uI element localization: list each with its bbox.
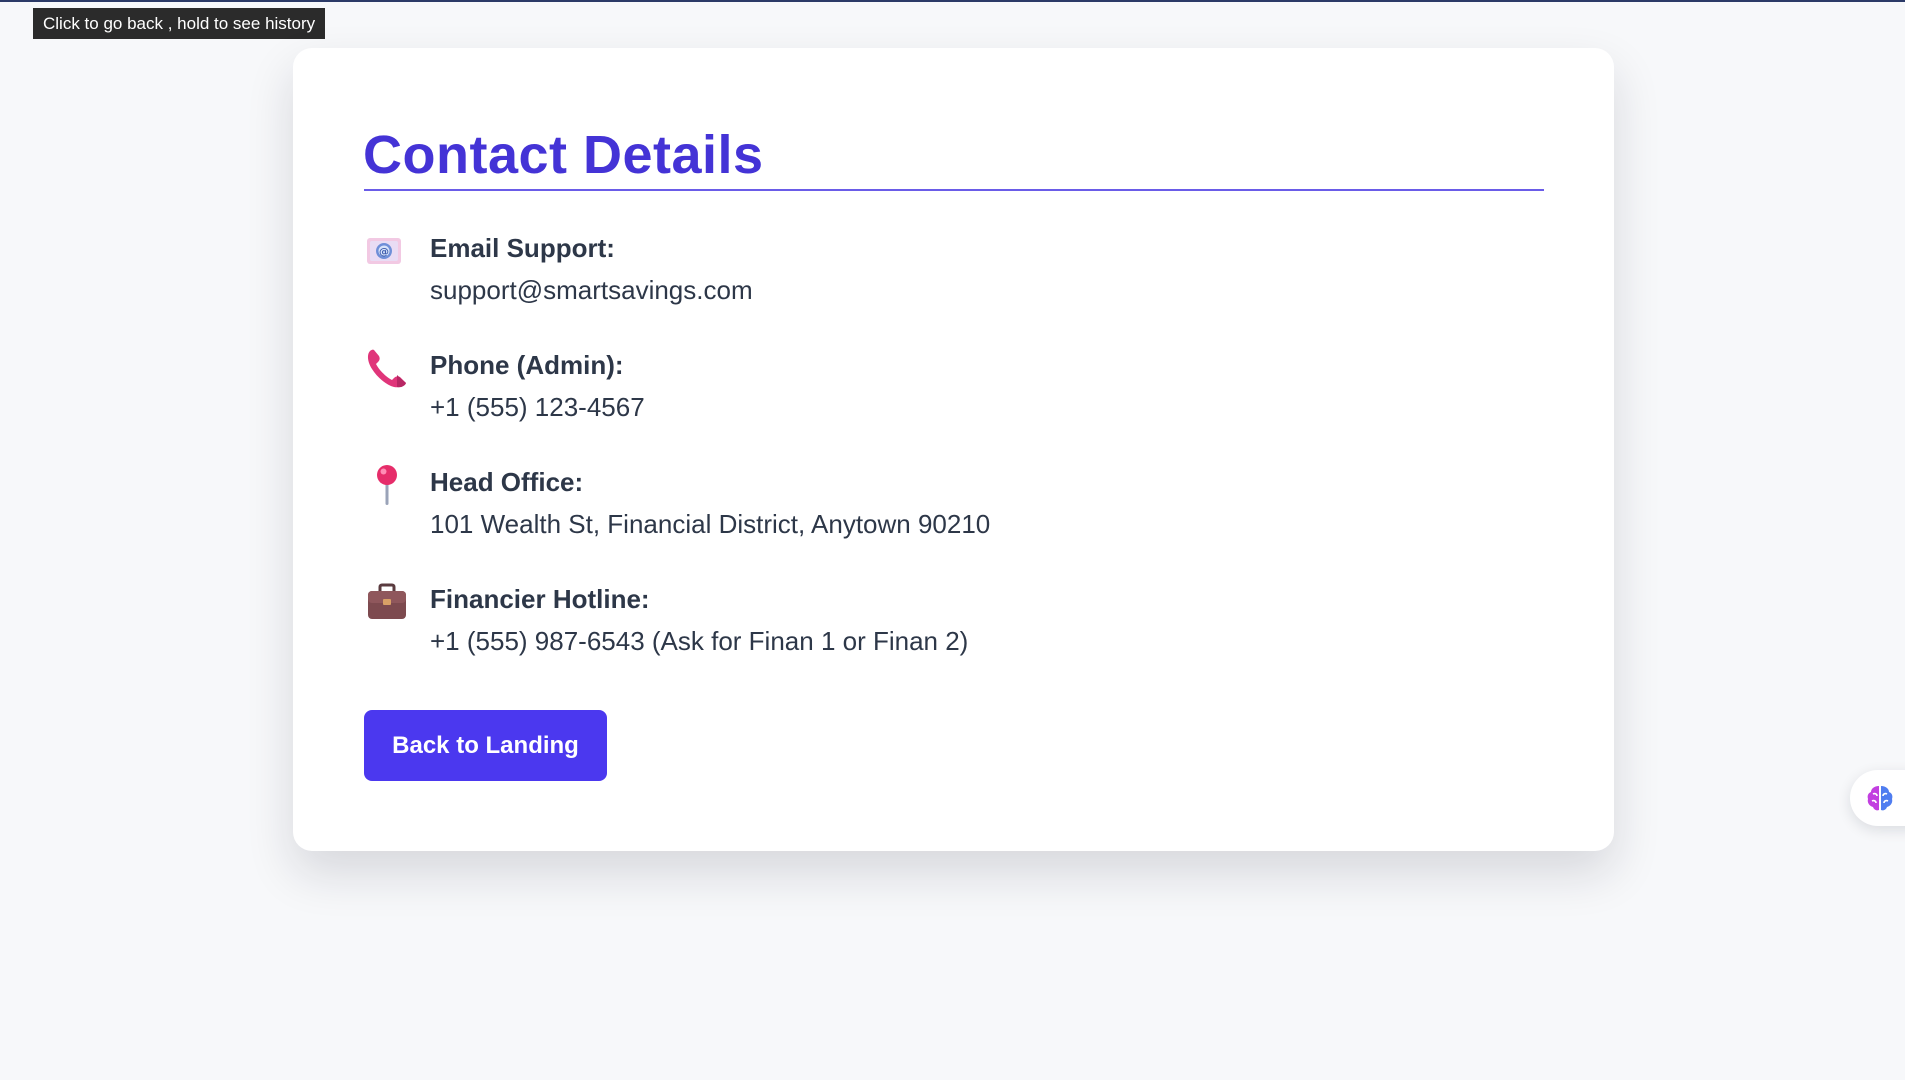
browser-top-border <box>0 0 1905 2</box>
page-title: Contact Details <box>363 125 764 185</box>
back-button-tooltip: Click to go back , hold to see history <box>33 8 326 39</box>
email-icon: @ <box>367 238 401 264</box>
contact-label: Email Support: <box>430 233 615 263</box>
brain-icon <box>1867 786 1893 811</box>
contact-item-head-office: Head Office: 101 Wealth St, Financial Di… <box>364 462 1464 552</box>
contact-label: Phone (Admin): <box>430 350 624 380</box>
contact-label: Head Office: <box>430 467 584 497</box>
assistant-widget-button[interactable] <box>1850 770 1905 826</box>
contact-card: Contact Details @ Email Support: support… <box>293 48 1614 851</box>
contact-label: Financier Hotline: <box>430 584 650 614</box>
contact-value: +1 (555) 987-6543 (Ask for Finan 1 or Fi… <box>430 626 969 656</box>
contact-item-email: @ Email Support: support@smartsavings.co… <box>364 228 1464 318</box>
back-to-landing-button[interactable]: Back to Landing <box>364 710 607 781</box>
svg-text:@: @ <box>379 247 389 258</box>
contact-value: 101 Wealth St, Financial District, Anyto… <box>430 509 991 539</box>
briefcase-icon <box>368 583 406 619</box>
phone-icon <box>367 349 406 388</box>
contact-item-phone: Phone (Admin): +1 (555) 123-4567 <box>364 345 1464 435</box>
contact-value: support@smartsavings.com <box>430 275 753 305</box>
contact-item-financier-hotline: Financier Hotline: +1 (555) 987-6543 (As… <box>364 579 1464 669</box>
title-divider <box>364 189 1544 191</box>
location-pin-icon <box>377 465 397 505</box>
contact-value: +1 (555) 123-4567 <box>430 392 645 422</box>
